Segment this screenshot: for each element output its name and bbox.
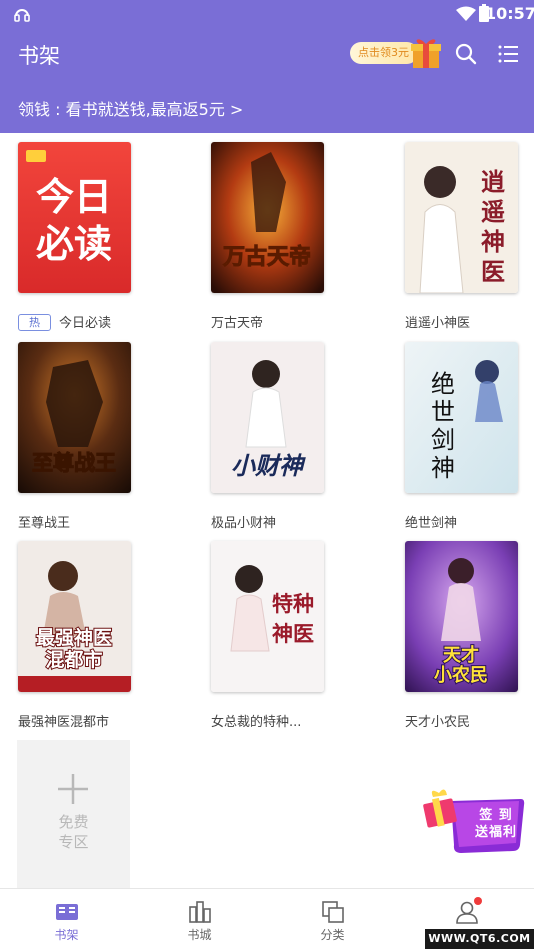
nav-tab-label: 书城 <box>187 928 212 942</box>
bookstore-icon <box>189 901 211 923</box>
nav-tab-bookshelf[interactable]: 书架 <box>0 889 133 949</box>
status-bar: 10:57 <box>0 0 534 28</box>
nav-tab-category[interactable]: 分类 <box>266 889 399 949</box>
book-title: 逍遥小神医 <box>405 316 471 331</box>
svg-text:神医: 神医 <box>272 621 314 646</box>
book-title: 天才小农民 <box>405 715 471 730</box>
free-zone-label: 免费 专区 <box>17 812 130 852</box>
promo-banner-link[interactable]: 领钱 : 看书就送钱,最高返5元 > <box>18 96 243 120</box>
book-cover[interactable]: 绝 世 剑 神 <box>405 342 518 493</box>
svg-text:神: 神 <box>481 227 505 256</box>
book-title: 女总裁的特种... <box>211 715 302 730</box>
svg-text:至尊战王: 至尊战王 <box>32 450 116 475</box>
book-cover[interactable]: 至尊战王 <box>18 342 131 493</box>
free-zone-label-line2: 专区 <box>58 833 89 851</box>
svg-text:混都市: 混都市 <box>45 648 102 671</box>
nav-tab-bookstore[interactable]: 书城 <box>133 889 266 949</box>
site-watermark: WWW.QT6.COM <box>425 929 534 949</box>
svg-text:必读: 必读 <box>36 222 112 266</box>
svg-text:绝: 绝 <box>431 370 455 398</box>
book-cover[interactable]: 小财神 <box>211 342 324 493</box>
svg-text:最强神医: 最强神医 <box>36 626 112 649</box>
category-icon <box>322 901 344 923</box>
signin-text: 签 到 送福利 <box>469 807 523 841</box>
search-icon[interactable] <box>454 42 478 66</box>
signin-reward-button[interactable]: 签 到 送福利 <box>421 783 525 857</box>
book-cover[interactable]: 今日 必读 <box>18 142 131 293</box>
signin-line2: 送福利 <box>474 825 517 840</box>
free-zone-tile[interactable]: 免费 专区 <box>17 740 130 890</box>
book-cover[interactable]: 特种 神医 <box>211 541 324 692</box>
hot-badge: 热 <box>18 314 51 331</box>
plus-icon <box>58 774 88 804</box>
svg-text:世: 世 <box>431 398 455 426</box>
svg-text:小农民: 小农民 <box>434 664 488 686</box>
bookshelf-icon <box>56 904 78 920</box>
book-title: 极品小财神 <box>211 516 277 531</box>
notification-app-icon <box>14 9 30 22</box>
book-cover[interactable]: 最强神医 混都市 <box>18 541 131 692</box>
list-menu-icon[interactable] <box>497 42 521 66</box>
signin-line1: 签 到 <box>479 808 513 823</box>
svg-text:天才: 天才 <box>443 644 479 666</box>
book-cover[interactable]: 天才 小农民 <box>405 541 518 692</box>
page-title: 书架 <box>18 44 60 68</box>
svg-text:小财神: 小财神 <box>231 452 306 480</box>
wifi-icon <box>456 6 476 21</box>
book-title: 今日必读 <box>59 316 112 331</box>
top-app-bar: 10:57 书架 点击领3元 领钱 : 看书就送钱,最高返5元 > <box>0 0 534 133</box>
book-title: 万古天帝 <box>211 316 264 331</box>
gift-box-icon[interactable] <box>407 34 445 72</box>
svg-text:逍: 逍 <box>481 167 505 196</box>
book-cover[interactable]: 逍 遥 神 医 <box>405 142 518 293</box>
status-time: 10:57 <box>485 4 534 23</box>
book-cover[interactable]: 万古天帝 <box>211 142 324 293</box>
svg-text:剑: 剑 <box>431 426 455 454</box>
svg-text:特种: 特种 <box>272 591 314 616</box>
nav-tab-label: 书架 <box>54 928 79 942</box>
bookshelf-screen: 10:57 书架 点击领3元 领钱 : 看书就送钱,最高返5元 > 今日 必读 … <box>0 0 534 949</box>
svg-text:医: 医 <box>481 257 505 286</box>
nav-tab-label: 分类 <box>320 928 345 942</box>
svg-text:今日: 今日 <box>36 175 112 219</box>
notification-dot <box>474 897 482 905</box>
svg-text:遥: 遥 <box>481 197 505 226</box>
book-title: 至尊战王 <box>18 516 71 531</box>
free-zone-label-line1: 免费 <box>58 813 89 831</box>
svg-text:神: 神 <box>431 454 455 482</box>
svg-text:万古天帝: 万古天帝 <box>222 244 311 270</box>
book-title: 最强神医混都市 <box>18 715 110 730</box>
book-title: 绝世剑神 <box>405 516 458 531</box>
